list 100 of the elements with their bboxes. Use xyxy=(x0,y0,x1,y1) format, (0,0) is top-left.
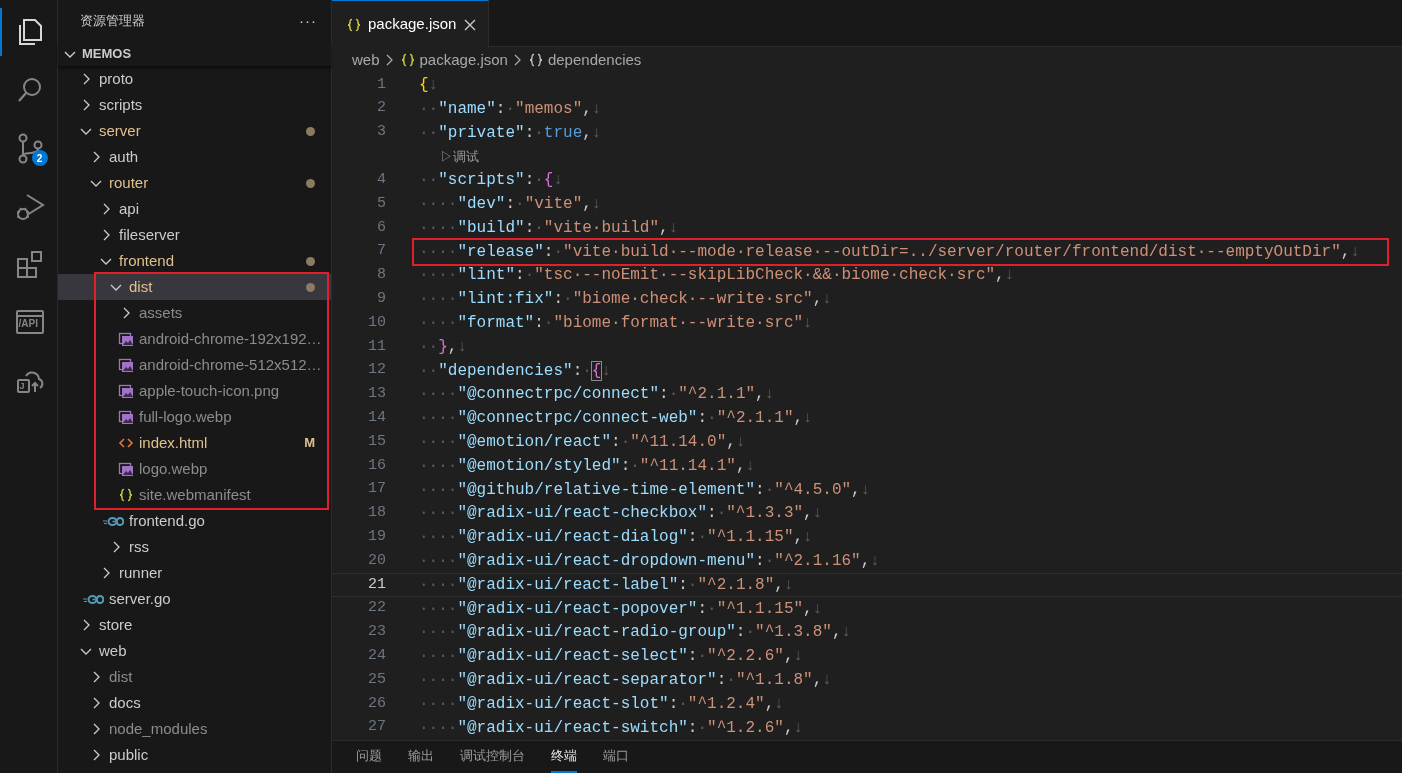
tree-item[interactable]: auth xyxy=(58,144,331,170)
line-number: 16 xyxy=(367,455,386,476)
activity-bar-item[interactable]: 2 xyxy=(0,124,58,172)
count-badge: 2 xyxy=(31,150,48,166)
line-number: 27 xyxy=(367,717,386,738)
tree-item[interactable]: proto xyxy=(58,66,331,92)
line-number: 25 xyxy=(367,669,386,690)
tree-item[interactable]: store xyxy=(58,612,331,638)
tree-item[interactable]: runner xyxy=(58,560,331,586)
line-number: 10 xyxy=(367,312,386,333)
tree-item[interactable]: api xyxy=(58,196,331,222)
code-line: ····"@connectrpc/connect":·"^2.1.1",↓ xyxy=(419,384,775,406)
line-number: 6 xyxy=(376,217,386,238)
icon-label: J xyxy=(19,381,25,391)
code-line: ····"lint":·"tsc·--noEmit·--skipLibCheck·&&·biome·check·src",↓ xyxy=(419,265,1015,287)
editor-tab[interactable]: package.json xyxy=(332,0,490,48)
code-line: ····"@radix-ui/react-checkbox":·"^1.3.3",↓ xyxy=(419,503,823,525)
line-number: 13 xyxy=(367,384,386,405)
code-line: ····"@radix-ui/react-dialog":·"^1.1.15",↓ xyxy=(419,527,813,549)
image-file-icon xyxy=(118,461,134,477)
braces-icon xyxy=(527,52,544,68)
tree-item[interactable]: frontend.go xyxy=(58,508,331,534)
line-number: 24 xyxy=(367,645,386,666)
code-line: ····"lint:fix":·"biome·check·--write·src",↓ xyxy=(419,289,832,311)
tree-item[interactable]: dist xyxy=(58,274,331,300)
image-file-icon xyxy=(118,357,134,373)
tree-item[interactable]: dist xyxy=(58,664,331,690)
code-line: ····"@radix-ui/react-slot":·"^1.2.4",↓ xyxy=(419,693,784,715)
activity-bar-item[interactable]: J xyxy=(0,356,58,404)
tree-item[interactable]: server.go xyxy=(58,586,331,612)
tree-item[interactable]: assets xyxy=(58,300,331,326)
tree-item[interactable]: frontend xyxy=(58,248,331,274)
panel-tab[interactable]: 输出 xyxy=(408,741,434,773)
line-number: 18 xyxy=(367,503,386,524)
code-line: ····"@radix-ui/react-label":·"^2.1.8",↓ xyxy=(419,574,794,596)
more-actions-button[interactable]: ··· xyxy=(299,9,317,33)
json-file-icon xyxy=(346,16,362,33)
image-file-icon xyxy=(118,331,134,347)
tree-item[interactable]: full-logo.webp xyxy=(58,404,331,430)
image-file-icon xyxy=(118,383,134,399)
code-line: ····"@github/relative-time-element":·"^4.5.0",↓ xyxy=(419,479,871,501)
panel-tab[interactable]: 端口 xyxy=(603,741,629,773)
code-line: ····"@radix-ui/react-switch":·"^1.2.6",↓ xyxy=(419,717,804,739)
code-line: ····"@radix-ui/react-separator":·"^1.1.8",↓ xyxy=(419,670,832,692)
panel-tab[interactable]: 调试控制台 xyxy=(460,741,525,773)
code-line: ··},↓ xyxy=(419,336,468,358)
tree-item[interactable]: router xyxy=(58,170,331,196)
line-number: 19 xyxy=(367,527,386,547)
tree-item[interactable]: android-chrome-192x192… xyxy=(58,326,331,352)
line-number: 3 xyxy=(376,122,386,143)
line-number: 2 xyxy=(376,98,386,119)
line-number: 1 xyxy=(376,74,386,95)
line-number: 9 xyxy=(376,289,386,309)
image-file-icon xyxy=(118,409,134,425)
line-number: 21 xyxy=(367,574,386,595)
code-line: ····"@radix-ui/react-select":·"^2.2.6",↓ xyxy=(419,646,804,668)
tree-item[interactable]: scripts xyxy=(58,92,331,118)
code-line: {↓ xyxy=(419,74,439,96)
icon-label: /API xyxy=(18,318,38,330)
tree-item[interactable]: web xyxy=(58,638,331,664)
panel-tab[interactable]: 终端 xyxy=(551,741,577,773)
code-line: ····"dev":·"vite",↓ xyxy=(419,194,602,216)
line-number: 11 xyxy=(367,336,386,357)
tree-item[interactable]: rss xyxy=(58,534,331,560)
panel-tab[interactable]: 问题 xyxy=(356,741,382,773)
tree-item[interactable]: index.html M xyxy=(58,430,331,456)
tree-item[interactable]: public xyxy=(58,742,331,768)
explorer-section-header[interactable]: MEMOS xyxy=(58,42,331,66)
line-number: 26 xyxy=(367,693,386,714)
code-line: ··"private":·true,↓ xyxy=(419,122,602,144)
tree-item[interactable]: node_modules xyxy=(58,716,331,742)
code-line: ····"release":·"vite·build·--mode·release·--outDir=../server/router/frontend/dist·--emptyOutDir",↓ xyxy=(419,241,1360,263)
tree-item[interactable]: fileserver xyxy=(58,222,331,248)
breadcrumb-item[interactable]: dependencies xyxy=(527,48,642,72)
code-line: ··"dependencies":·{↓ xyxy=(419,360,612,382)
tree-item[interactable]: site.webmanifest xyxy=(58,482,331,508)
codelens-link[interactable]: ▷调试 xyxy=(440,146,479,167)
json-file-icon xyxy=(399,52,416,68)
line-number: 15 xyxy=(367,431,386,452)
code-line: ····"build":·"vite·build",↓ xyxy=(419,217,679,239)
code-line: ····"@radix-ui/react-radio-group":·"^1.3.8",↓ xyxy=(419,622,852,644)
activity-bar-item[interactable]: /API xyxy=(0,298,58,346)
code-line: ····"@connectrpc/connect-web":·"^2.1.1",↓ xyxy=(419,408,813,430)
tree-item[interactable]: logo.webp xyxy=(58,456,331,482)
tree-item[interactable]: server xyxy=(58,118,331,144)
line-number: 12 xyxy=(367,360,386,381)
code-line: ··"scripts":·{↓ xyxy=(419,170,564,192)
code-line: ··"name":·"memos",↓ xyxy=(419,98,602,120)
line-number: 5 xyxy=(376,193,386,214)
tree-item[interactable]: apple-touch-icon.png xyxy=(58,378,331,404)
tree-item[interactable]: docs xyxy=(58,690,331,716)
breadcrumb-item[interactable]: web xyxy=(352,48,380,72)
line-number: 20 xyxy=(367,550,386,571)
tree-item[interactable]: android-chrome-512x512… xyxy=(58,352,331,378)
line-number: 22 xyxy=(367,598,386,619)
breadcrumb-item[interactable]: package.json xyxy=(399,48,508,72)
line-number: 8 xyxy=(376,265,386,286)
code-line: ····"@emotion/styled":·"^11.14.1",↓ xyxy=(419,455,756,477)
line-number: 7 xyxy=(376,241,386,262)
line-number: 4 xyxy=(376,170,386,191)
